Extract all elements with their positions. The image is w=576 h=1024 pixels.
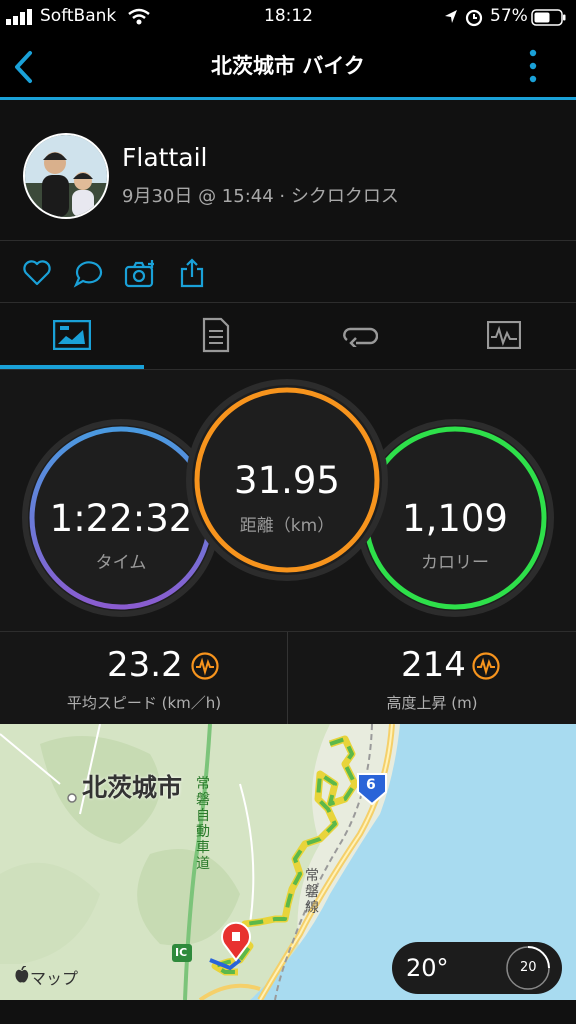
- elevation-label: 高度上昇 (m): [386, 694, 478, 712]
- activity-meta: 9月30日 @ 15:44 · シクロクロス: [122, 186, 399, 207]
- apple-logo-icon: [15, 966, 29, 983]
- details-tab-icon: [202, 317, 230, 353]
- charts-tab-icon: [487, 321, 521, 349]
- route-shield-label: 6: [366, 777, 376, 793]
- tab-charts[interactable]: [432, 305, 576, 367]
- divider: [0, 240, 576, 241]
- tab-overview[interactable]: [0, 305, 144, 367]
- distance-value: 31.95: [234, 459, 340, 502]
- nav-bar: 北茨城市 バイク: [0, 34, 576, 98]
- user-name[interactable]: Flattail: [122, 143, 207, 172]
- status-bar: SoftBank 18:12 57%: [0, 0, 576, 34]
- time-label: タイム: [95, 553, 147, 573]
- avatar[interactable]: [23, 133, 109, 219]
- calories-value: 1,109: [402, 497, 508, 540]
- city-label: 北茨城市: [82, 773, 183, 802]
- tab-details[interactable]: [144, 305, 288, 367]
- route-map[interactable]: 北茨城市 常磐自動車道 常磐線 IC 6 マップ 20° 20: [0, 724, 576, 1000]
- railway-label: 常磐線: [305, 868, 319, 916]
- laps-tab-icon: [343, 327, 378, 347]
- elevation-info-icon[interactable]: [471, 651, 501, 681]
- comment-icon[interactable]: [73, 258, 103, 288]
- camera-add-icon[interactable]: [124, 258, 154, 288]
- overview-tab-icon: [53, 320, 91, 350]
- wind-speed: 20: [520, 960, 537, 975]
- map-attribution: マップ: [30, 969, 79, 988]
- ic-label: IC: [175, 946, 188, 959]
- signal-icon: [6, 9, 32, 25]
- elevation-value: 214: [401, 645, 466, 685]
- more-options-button[interactable]: [526, 48, 540, 84]
- wifi-icon: [128, 8, 150, 25]
- page-title: 北茨城市 バイク: [211, 54, 365, 78]
- avg-speed-label: 平均スピード (km／h): [66, 694, 222, 712]
- calories-label: カロリー: [421, 553, 489, 573]
- avatar-photo: [25, 135, 107, 217]
- battery-percent: 57%: [490, 6, 528, 26]
- carrier-label: SoftBank: [40, 6, 117, 26]
- battery-icon: [531, 9, 566, 26]
- avg-speed-value: 23.2: [107, 645, 183, 685]
- heart-icon[interactable]: [22, 258, 52, 288]
- tab-laps[interactable]: [288, 305, 432, 367]
- location-arrow-icon: [445, 10, 457, 23]
- alarm-icon: [465, 9, 483, 27]
- expressway-label: 常磐自動車道: [196, 776, 210, 872]
- share-icon[interactable]: [178, 258, 208, 288]
- bottom-bar: [0, 1000, 576, 1024]
- divider: [0, 302, 576, 303]
- weather-temp: 20°: [406, 954, 449, 982]
- clock: 18:12: [264, 6, 313, 26]
- speed-info-icon[interactable]: [190, 651, 220, 681]
